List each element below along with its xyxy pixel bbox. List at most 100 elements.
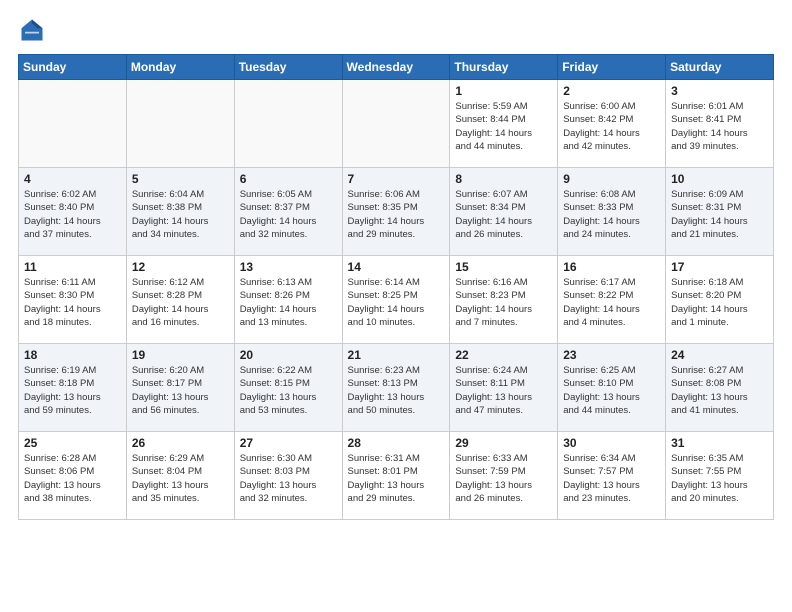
day-cell-10: 10 Sunrise: 6:09 AM Sunset: 8:31 PM Dayli… — [666, 168, 774, 256]
day-info: Sunrise: 6:02 AM Sunset: 8:40 PM Dayligh… — [24, 188, 121, 241]
day-number: 23 — [563, 348, 660, 362]
day-cell-19: 19 Sunrise: 6:20 AM Sunset: 8:17 PM Dayli… — [126, 344, 234, 432]
day-cell-2: 2 Sunrise: 6:00 AM Sunset: 8:42 PM Daylig… — [558, 80, 666, 168]
day-info: Sunrise: 6:01 AM Sunset: 8:41 PM Dayligh… — [671, 100, 768, 153]
day-number: 10 — [671, 172, 768, 186]
logo-icon — [18, 16, 46, 44]
empty-cell — [342, 80, 450, 168]
day-info: Sunrise: 6:34 AM Sunset: 7:57 PM Dayligh… — [563, 452, 660, 505]
day-cell-27: 27 Sunrise: 6:30 AM Sunset: 8:03 PM Dayli… — [234, 432, 342, 520]
day-cell-11: 11Sunrise: 6:11 AM Sunset: 8:30 PM Dayli… — [19, 256, 127, 344]
day-info: Sunrise: 6:30 AM Sunset: 8:03 PM Dayligh… — [240, 452, 337, 505]
day-cell-1: 1Sunrise: 5:59 AM Sunset: 8:44 PM Daylig… — [450, 80, 558, 168]
day-number: 15 — [455, 260, 552, 274]
day-number: 16 — [563, 260, 660, 274]
day-number: 13 — [240, 260, 337, 274]
empty-cell — [19, 80, 127, 168]
day-info: Sunrise: 6:23 AM Sunset: 8:13 PM Dayligh… — [348, 364, 445, 417]
day-cell-5: 5Sunrise: 6:04 AM Sunset: 8:38 PM Daylig… — [126, 168, 234, 256]
week-row-5: 25 Sunrise: 6:28 AM Sunset: 8:06 PM Dayli… — [19, 432, 774, 520]
day-info: Sunrise: 6:27 AM Sunset: 8:08 PM Dayligh… — [671, 364, 768, 417]
calendar-table: SundayMondayTuesdayWednesdayThursdayFrid… — [18, 54, 774, 520]
day-number: 14 — [348, 260, 445, 274]
day-header-friday: Friday — [558, 55, 666, 80]
day-cell-8: 8 Sunrise: 6:07 AM Sunset: 8:34 PM Daylig… — [450, 168, 558, 256]
day-cell-23: 23 Sunrise: 6:25 AM Sunset: 8:10 PM Dayli… — [558, 344, 666, 432]
days-header-row: SundayMondayTuesdayWednesdayThursdayFrid… — [19, 55, 774, 80]
day-header-saturday: Saturday — [666, 55, 774, 80]
week-row-2: 4 Sunrise: 6:02 AM Sunset: 8:40 PM Daylig… — [19, 168, 774, 256]
day-number: 5 — [132, 172, 229, 186]
day-cell-17: 17Sunrise: 6:18 AM Sunset: 8:20 PM Dayli… — [666, 256, 774, 344]
day-info: Sunrise: 6:35 AM Sunset: 7:55 PM Dayligh… — [671, 452, 768, 505]
day-info: Sunrise: 6:25 AM Sunset: 8:10 PM Dayligh… — [563, 364, 660, 417]
day-number: 21 — [348, 348, 445, 362]
day-cell-22: 22 Sunrise: 6:24 AM Sunset: 8:11 PM Dayli… — [450, 344, 558, 432]
day-info: Sunrise: 6:31 AM Sunset: 8:01 PM Dayligh… — [348, 452, 445, 505]
day-info: Sunrise: 6:12 AM Sunset: 8:28 PM Dayligh… — [132, 276, 229, 329]
day-info: Sunrise: 6:09 AM Sunset: 8:31 PM Dayligh… — [671, 188, 768, 241]
day-number: 19 — [132, 348, 229, 362]
day-cell-29: 29Sunrise: 6:33 AM Sunset: 7:59 PM Dayli… — [450, 432, 558, 520]
day-number: 6 — [240, 172, 337, 186]
day-info: Sunrise: 6:22 AM Sunset: 8:15 PM Dayligh… — [240, 364, 337, 417]
day-cell-25: 25 Sunrise: 6:28 AM Sunset: 8:06 PM Dayli… — [19, 432, 127, 520]
day-info: Sunrise: 6:28 AM Sunset: 8:06 PM Dayligh… — [24, 452, 121, 505]
day-number: 27 — [240, 436, 337, 450]
day-number: 11 — [24, 260, 121, 274]
logo — [18, 16, 50, 44]
day-info: Sunrise: 6:19 AM Sunset: 8:18 PM Dayligh… — [24, 364, 121, 417]
day-cell-6: 6Sunrise: 6:05 AM Sunset: 8:37 PM Daylig… — [234, 168, 342, 256]
day-info: Sunrise: 6:06 AM Sunset: 8:35 PM Dayligh… — [348, 188, 445, 241]
day-cell-13: 13 Sunrise: 6:13 AM Sunset: 8:26 PM Dayli… — [234, 256, 342, 344]
day-cell-28: 28 Sunrise: 6:31 AM Sunset: 8:01 PM Dayli… — [342, 432, 450, 520]
day-cell-14: 14 Sunrise: 6:14 AM Sunset: 8:25 PM Dayli… — [342, 256, 450, 344]
day-header-thursday: Thursday — [450, 55, 558, 80]
day-header-wednesday: Wednesday — [342, 55, 450, 80]
day-number: 20 — [240, 348, 337, 362]
day-number: 3 — [671, 84, 768, 98]
day-number: 31 — [671, 436, 768, 450]
day-info: Sunrise: 6:20 AM Sunset: 8:17 PM Dayligh… — [132, 364, 229, 417]
day-info: Sunrise: 6:29 AM Sunset: 8:04 PM Dayligh… — [132, 452, 229, 505]
day-info: Sunrise: 6:17 AM Sunset: 8:22 PM Dayligh… — [563, 276, 660, 329]
day-number: 7 — [348, 172, 445, 186]
day-number: 12 — [132, 260, 229, 274]
day-cell-26: 26Sunrise: 6:29 AM Sunset: 8:04 PM Dayli… — [126, 432, 234, 520]
day-cell-12: 12 Sunrise: 6:12 AM Sunset: 8:28 PM Dayli… — [126, 256, 234, 344]
day-number: 1 — [455, 84, 552, 98]
day-info: Sunrise: 6:13 AM Sunset: 8:26 PM Dayligh… — [240, 276, 337, 329]
day-info: Sunrise: 6:16 AM Sunset: 8:23 PM Dayligh… — [455, 276, 552, 329]
day-cell-4: 4 Sunrise: 6:02 AM Sunset: 8:40 PM Daylig… — [19, 168, 127, 256]
page: SundayMondayTuesdayWednesdayThursdayFrid… — [0, 0, 792, 612]
day-cell-9: 9 Sunrise: 6:08 AM Sunset: 8:33 PM Daylig… — [558, 168, 666, 256]
day-info: Sunrise: 6:00 AM Sunset: 8:42 PM Dayligh… — [563, 100, 660, 153]
day-info: Sunrise: 6:33 AM Sunset: 7:59 PM Dayligh… — [455, 452, 552, 505]
empty-cell — [234, 80, 342, 168]
day-number: 18 — [24, 348, 121, 362]
day-number: 25 — [24, 436, 121, 450]
day-info: Sunrise: 6:24 AM Sunset: 8:11 PM Dayligh… — [455, 364, 552, 417]
header — [18, 16, 774, 44]
day-cell-18: 18 Sunrise: 6:19 AM Sunset: 8:18 PM Dayli… — [19, 344, 127, 432]
week-row-1: 1Sunrise: 5:59 AM Sunset: 8:44 PM Daylig… — [19, 80, 774, 168]
week-row-4: 18 Sunrise: 6:19 AM Sunset: 8:18 PM Dayli… — [19, 344, 774, 432]
day-header-monday: Monday — [126, 55, 234, 80]
day-number: 4 — [24, 172, 121, 186]
day-info: Sunrise: 6:07 AM Sunset: 8:34 PM Dayligh… — [455, 188, 552, 241]
week-row-3: 11Sunrise: 6:11 AM Sunset: 8:30 PM Dayli… — [19, 256, 774, 344]
day-number: 30 — [563, 436, 660, 450]
day-number: 28 — [348, 436, 445, 450]
day-cell-15: 15 Sunrise: 6:16 AM Sunset: 8:23 PM Dayli… — [450, 256, 558, 344]
day-cell-31: 31 Sunrise: 6:35 AM Sunset: 7:55 PM Dayli… — [666, 432, 774, 520]
day-number: 22 — [455, 348, 552, 362]
day-number: 2 — [563, 84, 660, 98]
day-header-sunday: Sunday — [19, 55, 127, 80]
day-cell-21: 21 Sunrise: 6:23 AM Sunset: 8:13 PM Dayli… — [342, 344, 450, 432]
day-number: 9 — [563, 172, 660, 186]
day-info: Sunrise: 6:18 AM Sunset: 8:20 PM Dayligh… — [671, 276, 768, 329]
day-info: Sunrise: 6:08 AM Sunset: 8:33 PM Dayligh… — [563, 188, 660, 241]
day-number: 8 — [455, 172, 552, 186]
day-info: Sunrise: 6:14 AM Sunset: 8:25 PM Dayligh… — [348, 276, 445, 329]
day-header-tuesday: Tuesday — [234, 55, 342, 80]
